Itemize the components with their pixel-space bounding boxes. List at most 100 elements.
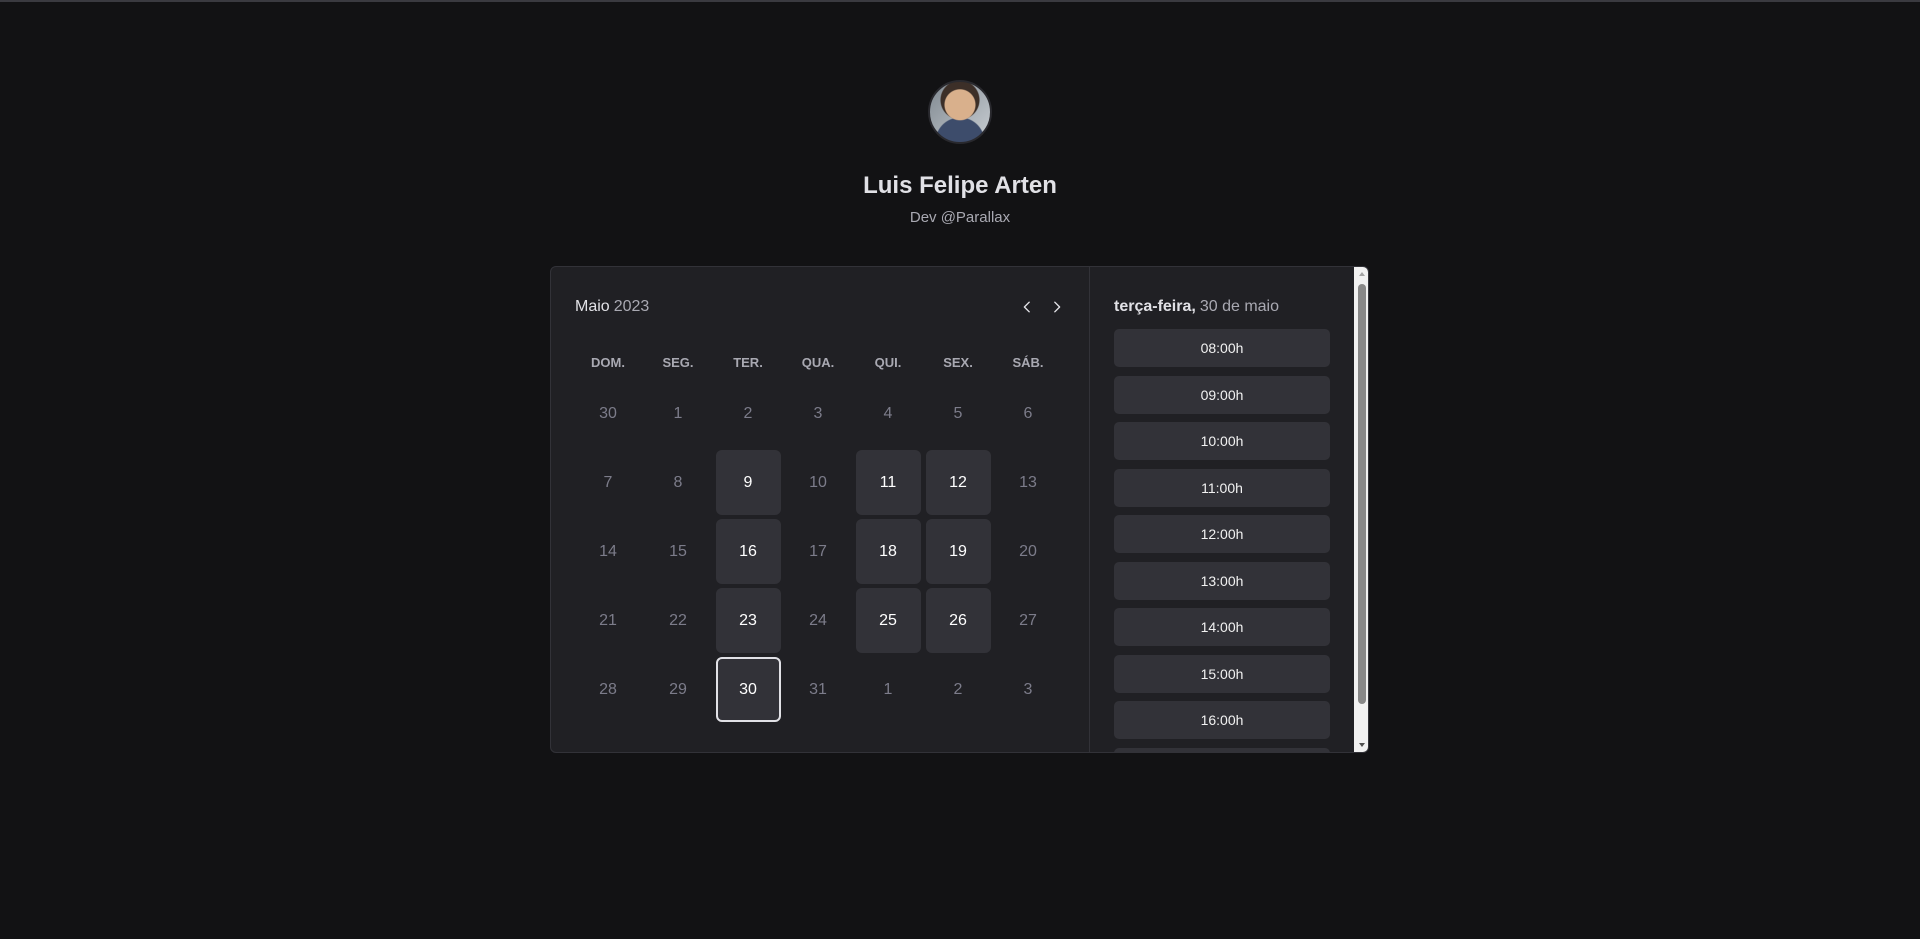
calendar-week-row: 21 22 23 24 25 26 27 — [575, 588, 1061, 653]
time-slot-button[interactable]: 09:00h — [1114, 375, 1330, 414]
calendar-cell: 21 — [575, 588, 641, 653]
calendar-day-disabled: 7 — [603, 473, 613, 491]
calendar-cell: 23 — [715, 588, 781, 653]
calendar-cell: 11 — [855, 450, 921, 515]
calendar-day-disabled: 17 — [809, 542, 827, 560]
calendar-cell: 26 — [925, 588, 991, 653]
weekday-label: SEX. — [943, 354, 973, 370]
previous-month-button[interactable] — [1017, 295, 1037, 319]
calendar-day-available[interactable]: 9 — [715, 450, 781, 515]
calendar-day-disabled: 4 — [883, 404, 893, 422]
calendar-cell: 4 — [855, 381, 921, 446]
calendar-grid: DOM. SEG. TER. QUA. QUI. SEX. SÁB. 30 1 2 3 4 5 6 7 8 9… — [571, 343, 1065, 726]
calendar-day-disabled: 20 — [1019, 542, 1037, 560]
time-slot-button[interactable]: 08:00h — [1114, 329, 1330, 367]
calendar-cell: 9 — [715, 450, 781, 515]
calendar-day-disabled: 3 — [813, 404, 823, 422]
calendar-day-available[interactable]: 25 — [855, 588, 921, 653]
calendar-cell: 17 — [785, 519, 851, 584]
calendar-day-disabled: 14 — [599, 542, 617, 560]
time-list-scrollbar[interactable] — [1354, 267, 1368, 752]
time-slot-button[interactable]: 11:00h — [1114, 468, 1330, 507]
calendar-cell: 2 — [925, 657, 991, 722]
weekday-label: SÁB. — [1012, 354, 1044, 370]
scroll-thumb[interactable] — [1358, 284, 1366, 704]
calendar-day-disabled: 27 — [1019, 611, 1037, 629]
calendar-day-available[interactable]: 26 — [925, 588, 991, 653]
calendar-day-available[interactable]: 18 — [855, 519, 921, 584]
chevron-right-icon — [1054, 301, 1061, 313]
calendar-cell: 12 — [925, 450, 991, 515]
time-slot-list: 08:00h 09:00h 10:00h 11:00h 12:00h 13:00h 14:0… — [1114, 329, 1330, 752]
calendar-cell: 29 — [645, 657, 711, 722]
time-slot-button[interactable]: 14:00h — [1114, 608, 1330, 646]
scheduling-card: Maio 2023 DOM. SEG. TER. QUA. QUI. SEX. SÁB. — [550, 266, 1369, 753]
calendar-cell: 22 — [645, 588, 711, 653]
weekday-label: DOM. — [591, 354, 625, 370]
top-border — [0, 0, 1920, 2]
calendar-cell: 14 — [575, 519, 641, 584]
calendar-day-available[interactable]: 12 — [925, 450, 991, 515]
time-slot-button[interactable]: 13:00h — [1114, 561, 1330, 600]
calendar-day-disabled: 3 — [1023, 680, 1033, 698]
calendar-cell: 31 — [785, 657, 851, 722]
calendar-day-disabled: 8 — [673, 473, 683, 491]
calendar-day-available[interactable]: 23 — [715, 588, 781, 653]
weekday-label: QUI. — [874, 354, 902, 370]
calendar-day-disabled: 30 — [599, 404, 617, 422]
calendar-day-available[interactable]: 11 — [855, 450, 921, 515]
calendar-cell: 6 — [995, 381, 1061, 446]
calendar-cell: 3 — [995, 657, 1061, 722]
calendar-day-selected[interactable]: 30 — [715, 657, 781, 722]
calendar-title: Maio 2023 — [575, 295, 1067, 319]
calendar-day-disabled: 6 — [1023, 404, 1033, 422]
time-picker-title: terça-feira, 30 de maio — [1114, 295, 1279, 319]
calendar-day-disabled: 13 — [1019, 473, 1037, 491]
time-slot-button[interactable]: 15:00h — [1114, 654, 1330, 693]
calendar-cell: 2 — [715, 381, 781, 446]
calendar-day-available[interactable]: 19 — [925, 519, 991, 584]
calendar-day-disabled: 28 — [599, 680, 617, 698]
weekday-header-row: DOM. SEG. TER. QUA. QUI. SEX. SÁB. — [575, 347, 1061, 377]
calendar-cell: 30 — [715, 657, 781, 722]
calendar-day-disabled: 15 — [669, 542, 687, 560]
selected-date: 30 de maio — [1199, 298, 1279, 315]
calendar-week-row: 28 29 30 31 1 2 3 — [575, 657, 1061, 722]
scroll-up-arrow[interactable] — [1354, 267, 1368, 281]
calendar-nav — [1017, 295, 1067, 319]
time-slot-button[interactable]: 16:00h — [1114, 701, 1330, 739]
calendar-day-disabled: 5 — [953, 404, 963, 422]
weekday-label: SEG. — [662, 354, 694, 370]
scroll-down-arrow[interactable] — [1354, 738, 1368, 752]
calendar-cell: 19 — [925, 519, 991, 584]
calendar-day-available[interactable]: 16 — [715, 519, 781, 584]
next-month-button[interactable] — [1047, 295, 1067, 319]
calendar-day-disabled: 1 — [883, 680, 893, 698]
calendar-cell: 13 — [995, 450, 1061, 515]
calendar-day-disabled: 1 — [673, 404, 683, 422]
weekday-label: TER. — [733, 354, 763, 370]
calendar-cell: 3 — [785, 381, 851, 446]
calendar-week-row: 14 15 16 17 18 19 20 — [575, 519, 1061, 584]
calendar-day-disabled: 24 — [809, 611, 827, 629]
time-slot-button[interactable] — [1114, 747, 1330, 752]
time-picker: terça-feira, 30 de maio 08:00h 09:00h 10:00… — [1090, 267, 1354, 752]
time-slot-button[interactable]: 10:00h — [1114, 422, 1330, 460]
weekday-label: QUA. — [801, 354, 835, 370]
calendar-cell: 10 — [785, 450, 851, 515]
avatar — [928, 80, 992, 144]
triangle-down-icon — [1358, 743, 1365, 747]
calendar-cell: 16 — [715, 519, 781, 584]
calendar-cell: 8 — [645, 450, 711, 515]
chevron-left-icon — [1023, 301, 1030, 313]
calendar-cell: 7 — [575, 450, 641, 515]
time-slot-button[interactable]: 12:00h — [1114, 515, 1330, 553]
calendar-cell: 25 — [855, 588, 921, 653]
profile-header: Luis Felipe Arten Dev @Parallax — [0, 80, 1920, 228]
calendar-cell: 24 — [785, 588, 851, 653]
triangle-up-icon — [1358, 272, 1365, 276]
calendar-day-disabled: 21 — [599, 611, 617, 629]
calendar-cell: 5 — [925, 381, 991, 446]
calendar-day-disabled: 29 — [669, 680, 687, 698]
calendar-cell: 20 — [995, 519, 1061, 584]
